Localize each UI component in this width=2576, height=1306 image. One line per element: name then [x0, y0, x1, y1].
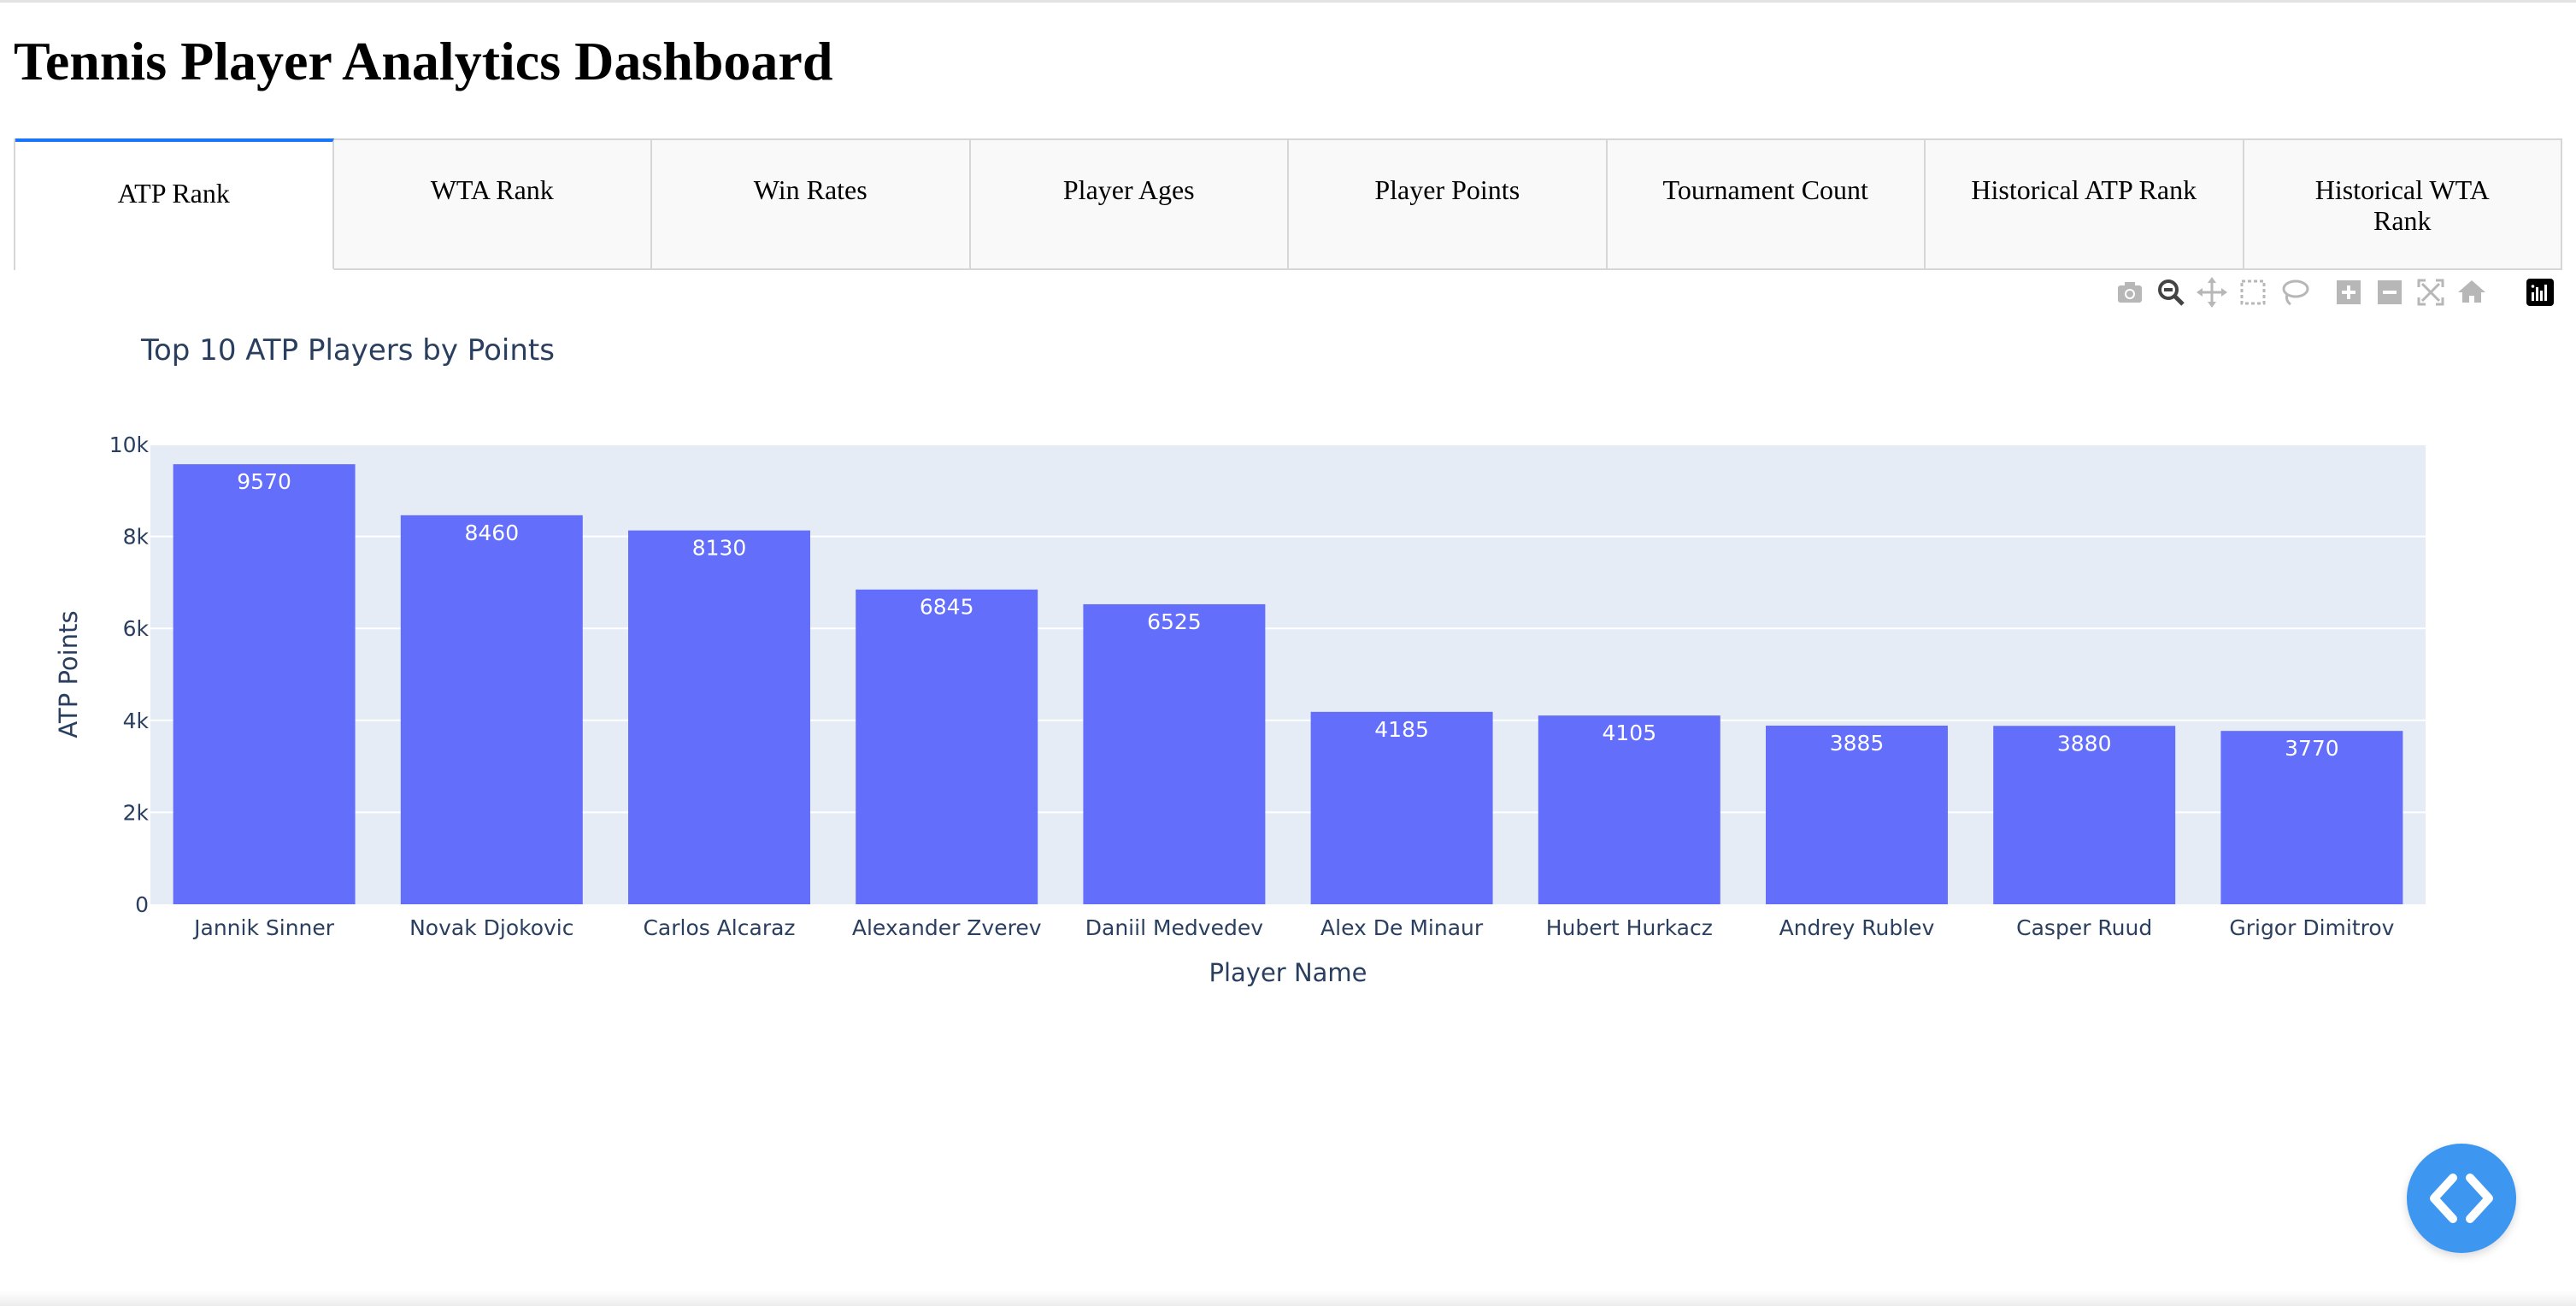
- y-tick-label: 8k: [123, 525, 150, 550]
- plotly-logo-icon: [2526, 279, 2554, 306]
- bar[interactable]: [400, 515, 583, 904]
- zoom-out-button[interactable]: [2373, 275, 2407, 309]
- bottom-shade: [0, 1291, 2576, 1306]
- lasso-icon: [2282, 279, 2309, 306]
- y-tick-label: 0: [135, 892, 149, 917]
- tab-label: ATP Rank: [117, 178, 230, 209]
- y-axis-title: ATP Points: [54, 610, 83, 738]
- x-tick-label: Jannik Sinner: [192, 915, 335, 940]
- bar-value-label: 3770: [2285, 736, 2339, 761]
- box-select-icon: [2240, 279, 2266, 305]
- y-tick-label: 6k: [123, 616, 150, 641]
- chart-title: Top 10 ATP Players by Points: [140, 333, 555, 368]
- code-toggle-button[interactable]: [2407, 1144, 2516, 1253]
- bar-value-label: 8130: [692, 536, 747, 561]
- code-chevrons-icon: [2430, 1174, 2493, 1223]
- x-tick-label: Alexander Zverev: [852, 915, 1042, 940]
- zoom-button[interactable]: [2154, 275, 2188, 309]
- bar[interactable]: [628, 530, 810, 904]
- zoom-icon: [2158, 279, 2185, 306]
- x-tick-label: Alex De Minaur: [1320, 915, 1484, 940]
- tab-historical-atp-rank[interactable]: Historical ATP Rank: [1926, 140, 2244, 268]
- bar[interactable]: [1083, 603, 1266, 904]
- tab-player-ages[interactable]: Player Ages: [971, 140, 1289, 268]
- tab-label: Player Ages: [1062, 174, 1195, 205]
- tab-label: Win Rates: [753, 174, 867, 205]
- y-tick-label: 4k: [123, 709, 150, 733]
- zoom-in-button[interactable]: [2332, 275, 2366, 309]
- x-tick-label: Casper Ruud: [2016, 915, 2152, 940]
- tab-win-rates[interactable]: Win Rates: [652, 140, 971, 268]
- pan-icon: [2197, 277, 2227, 308]
- autoscale-button[interactable]: [2414, 275, 2448, 309]
- page-title: Tennis Player Analytics Dashboard: [14, 31, 833, 91]
- bar-chart: Top 10 ATP Players by Points 0 2k 4k 6k 8k 10k…: [54, 333, 2426, 987]
- plotly-logo-button[interactable]: [2523, 275, 2557, 309]
- tab-label: WTA Rank: [430, 174, 554, 205]
- home-button[interactable]: [2455, 275, 2489, 309]
- zoom-in-icon: [2337, 280, 2361, 304]
- pan-button[interactable]: [2195, 275, 2229, 309]
- tab-label: Historical WTA Rank: [2314, 174, 2490, 236]
- x-tick-label: Daniil Medvedev: [1085, 915, 1263, 940]
- bar-value-label: 3885: [1830, 731, 1885, 756]
- top-border: [0, 0, 2576, 3]
- tab-bar: ATP Rank WTA Rank Win Rates Player Ages Play…: [14, 138, 2562, 270]
- tab-label: Player Points: [1374, 174, 1520, 205]
- tab-historical-wta-rank[interactable]: Historical WTA Rank: [2244, 140, 2561, 268]
- x-tick-label: Andrey Rublev: [1779, 915, 1935, 940]
- tab-tournament-count[interactable]: Tournament Count: [1608, 140, 1926, 268]
- tab-player-points[interactable]: Player Points: [1289, 140, 1608, 268]
- tab-atp-rank[interactable]: ATP Rank: [15, 138, 334, 270]
- bar-value-label: 6845: [920, 595, 974, 620]
- bar-value-label: 8460: [464, 521, 519, 545]
- camera-icon: [2118, 282, 2142, 303]
- zoom-out-icon: [2378, 280, 2402, 304]
- tab-label: Historical ATP Rank: [1971, 174, 2197, 205]
- x-axis-title: Player Name: [1209, 958, 1367, 987]
- home-icon: [2458, 280, 2485, 303]
- x-tick-label: Carlos Alcaraz: [643, 915, 795, 940]
- bar-value-label: 9570: [237, 469, 291, 494]
- box-select-button[interactable]: [2236, 275, 2270, 309]
- camera-button[interactable]: [2113, 275, 2147, 309]
- bar-value-label: 6525: [1147, 609, 1202, 634]
- tab-wta-rank[interactable]: WTA Rank: [334, 140, 652, 268]
- autoscale-icon: [2417, 279, 2444, 306]
- x-tick-label: Novak Djokovic: [409, 915, 573, 940]
- lasso-button[interactable]: [2277, 275, 2311, 309]
- x-tick-label: Hubert Hurkacz: [1546, 915, 1713, 940]
- y-tick-label: 10k: [109, 432, 150, 457]
- y-tick-label: 2k: [123, 800, 150, 825]
- bar-value-label: 3880: [2057, 731, 2112, 756]
- x-tick-label: Grigor Dimitrov: [2229, 915, 2394, 940]
- bar[interactable]: [856, 589, 1038, 904]
- bar[interactable]: [173, 464, 356, 904]
- tab-label: Tournament Count: [1662, 174, 1868, 205]
- bar-value-label: 4185: [1374, 717, 1429, 742]
- bar-value-label: 4105: [1602, 721, 1656, 745]
